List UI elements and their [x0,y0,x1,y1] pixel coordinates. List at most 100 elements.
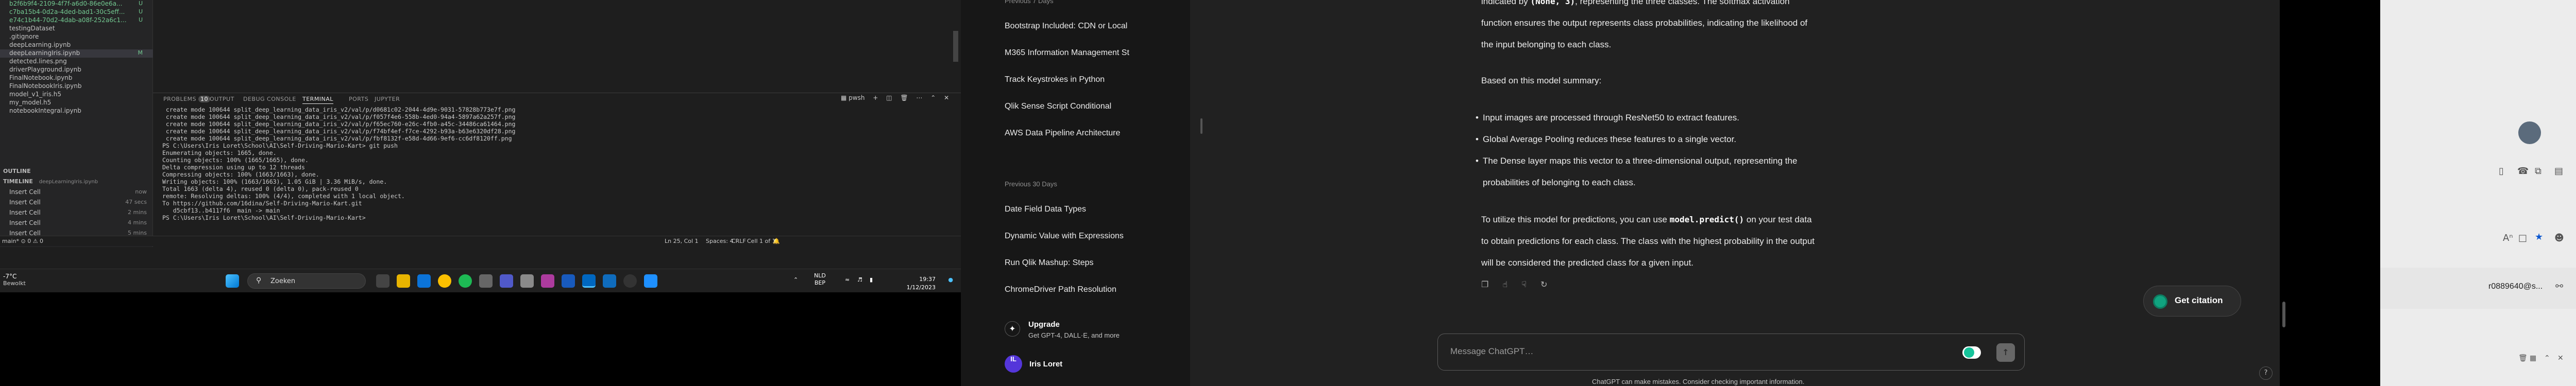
battery-icon[interactable]: ▮ [870,276,873,283]
explorer-item[interactable]: detected.lines.png [0,58,153,66]
language-indicator[interactable]: NLD BEP [814,272,826,287]
thumbs-up-icon[interactable]: ☝ [1502,279,1507,289]
window-icon[interactable]: ▤ [2554,166,2563,177]
explorer-item[interactable]: model_v1_iris.h5 [0,91,153,99]
file-explorer-icon[interactable] [397,274,410,288]
terminal-output[interactable]: create mode 100644 split_deep_learning_d… [153,104,961,249]
tab-jupyter[interactable]: JUPYTER [375,96,400,102]
copy-icon[interactable]: ❐ [1481,279,1488,289]
explorer-item[interactable]: FinalNotebook.ipynb [0,74,153,82]
person-icon[interactable]: ⚯ [2555,281,2563,292]
notification-icon[interactable]: ● [948,276,953,283]
history-item[interactable]: Track Keystrokes in Python [1005,75,1175,84]
timeline-item[interactable]: Insert Cell 4 mins [0,219,153,230]
tab-problems[interactable]: PROBLEMS 10 [163,96,211,102]
mail-row[interactable] [2380,268,2576,309]
explorer-item[interactable]: FinalNotebookIris.ipynb [0,82,153,91]
editor-scrollbar[interactable] [953,31,958,62]
timeline-section[interactable]: TIMELINE deepLearningIris.ipynb [0,178,153,186]
history-item[interactable]: M365 Information Management St [1005,48,1175,58]
history-item[interactable]: Run Qlik Mashup: Steps [1005,258,1175,268]
explorer-item[interactable]: c7ba15b4-0d2a-4ded-bad1-30c5eff... U [0,8,153,16]
history-item[interactable]: ChromeDriver Path Resolution [1005,285,1175,294]
app-icon[interactable] [520,274,534,288]
tab-ports[interactable]: PORTS [349,96,368,102]
status-branch[interactable]: main* ⊙ 0 ⚠ 0 [2,238,43,244]
close-panel-icon[interactable]: ✕ [944,94,949,101]
message-composer[interactable]: Message ChatGPT… ↑ [1437,334,2025,371]
volume-icon[interactable]: ♬ [857,276,862,283]
explorer-item[interactable]: e74c1b44-70d2-4dab-a08f-252a6c1... U [0,16,153,25]
clock[interactable]: 19:37 1/12/2023 [907,275,936,292]
split-terminal-icon[interactable]: ◫ [886,94,892,101]
popout-icon[interactable]: ⧉ [2535,166,2541,177]
user-menu[interactable]: IL Iris Loret [1005,355,1175,376]
tray-chevron-icon[interactable]: ⌃ [793,276,798,283]
tab-terminal[interactable]: TERMINAL [302,96,333,104]
upgrade-button[interactable]: ✦ Upgrade Get GPT-4, DALL·E, and more [1005,319,1175,345]
timeline-item[interactable]: Insert Cell now [0,188,153,199]
onenote-icon[interactable] [541,274,554,288]
task-view-icon[interactable] [376,274,389,288]
settings-icon[interactable] [479,274,493,288]
status-eol[interactable]: CRLF [732,238,746,244]
profile-icon[interactable]: ☻ [2554,233,2564,243]
tab-debug-console[interactable]: DEBUG CONSOLE [243,96,296,102]
weather-widget[interactable]: -7°C Bewolkt [3,273,34,292]
trash-icon[interactable]: 🗑 [2518,354,2528,362]
thumbs-down-icon[interactable]: ☟ [1521,279,1527,289]
regenerate-icon[interactable]: ↻ [1540,279,1547,289]
chrome-icon[interactable] [438,274,451,288]
timeline-item[interactable]: Insert Cell 2 mins [0,209,153,219]
history-item[interactable]: Dynamic Value with Expressions [1005,232,1175,241]
grammarly-icon[interactable] [1962,346,1981,359]
edge-icon[interactable] [417,274,431,288]
tab-output[interactable]: OUTPUT [210,96,234,102]
close-icon[interactable]: ✕ [2557,354,2564,362]
github-icon[interactable] [623,274,637,288]
explorer-item[interactable]: b2f6b9f4-2109-4f7f-a6d0-86e0e6a... U [0,0,153,8]
pane-icon[interactable]: ▦ [2530,354,2536,362]
history-item[interactable]: Bootstrap Included: CDN or Local [1005,22,1175,31]
history-item[interactable]: Date Field Data Types [1005,205,1175,214]
add-terminal-icon[interactable]: + [873,94,878,101]
minimize-icon[interactable]: ⌃ [2544,354,2550,362]
read-aloud-icon[interactable]: Aⁿ [2503,233,2513,243]
status-spaces[interactable]: Spaces: 4 [706,238,733,244]
phone-icon[interactable]: ☎ [2517,166,2529,177]
status-position[interactable]: Ln 25, Col 1 [665,238,699,244]
status-cell[interactable]: Cell 1 of 1 [747,238,776,244]
outlook-icon[interactable] [603,274,616,288]
terminal-shell-icon[interactable]: ▦ [841,94,849,101]
explorer-item[interactable]: testingDataset [0,25,153,33]
favorite-star-icon[interactable]: ★ [2535,232,2543,242]
history-item[interactable]: Qlik Sense Script Conditional [1005,102,1175,111]
timeline-item[interactable]: Insert Cell 47 secs [0,199,153,209]
sidebar-toggle-handle[interactable] [1200,118,1202,134]
vscode-icon[interactable] [582,274,596,288]
explorer-item[interactable]: deepLearningIris.ipynb M [0,49,153,58]
spotify-icon[interactable] [459,274,472,288]
taskbar-search[interactable]: ⚲ Zoeken [247,273,366,289]
windows-start-icon[interactable] [226,274,239,288]
more-icon[interactable]: ⋯ [916,94,922,101]
get-citation-button[interactable]: Get citation [2143,286,2241,317]
explorer-item[interactable]: .gitignore [0,33,153,41]
bell-icon[interactable]: 🔔 [773,238,780,244]
explorer-item[interactable]: driverPlayground.ipynb [0,66,153,74]
help-button[interactable]: ? [2259,366,2273,380]
maximize-panel-icon[interactable]: ⌃ [930,94,936,101]
explorer-item[interactable]: my_model.h5 [0,99,153,107]
avatar[interactable] [2518,121,2541,144]
trash-icon[interactable]: 🗑 [900,94,908,101]
send-button[interactable]: ↑ [1996,343,2015,362]
tab-icon[interactable]: □ [2518,233,2527,243]
outline-section[interactable]: OUTLINE [0,168,153,176]
history-item[interactable]: AWS Data Pipeline Architecture [1005,129,1175,138]
app2-icon[interactable] [644,274,657,288]
wifi-icon[interactable]: ≈ [845,276,850,283]
chat-scrollbar[interactable] [2282,302,2285,327]
explorer-item[interactable]: notebookIntegral.ipynb [0,107,153,115]
word-icon[interactable] [562,274,575,288]
video-icon[interactable]: ▯ [2499,166,2504,177]
